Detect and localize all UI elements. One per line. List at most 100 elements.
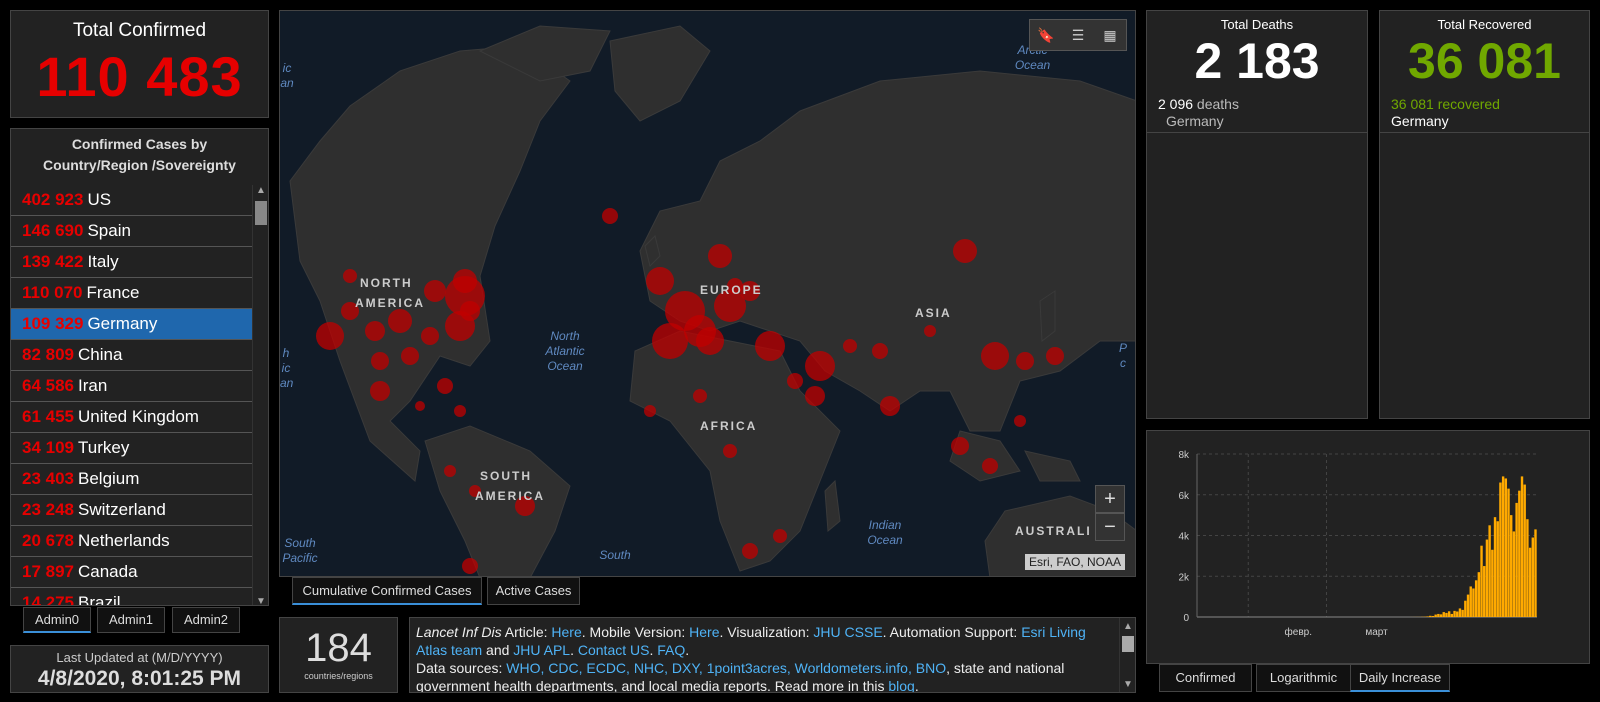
country-list-item[interactable]: 20 678 Netherlands [11,526,252,557]
last-updated-panel: Last Updated at (M/D/YYYY) 4/8/2020, 8:0… [10,645,269,693]
faq-link[interactable]: FAQ [657,642,685,658]
recovered-list-item[interactable]: 36 081 recovered Germany [1380,96,1589,130]
deaths-list-item[interactable]: 2 096 deaths Germany [1147,96,1367,130]
daily-increase-chart: 0 2k 4k 6k 8k февр. март [1146,430,1590,664]
tab-admin2[interactable]: Admin2 [172,607,240,633]
info-text: Lancet Inf Dis Article: Here. Mobile Ver… [416,624,1086,693]
y-tick-label: 6k [1178,491,1190,502]
country-list[interactable]: 402 923 US 146 690 Spain 139 422 Italy 110 070… [11,185,252,606]
jhu-apl-link[interactable]: JHU APL [513,642,570,658]
country-count: 14 275 [22,593,74,606]
label-south-pacific: South Pacific [282,536,318,565]
label-europe: EUROPE [700,283,763,297]
chart-bar [1526,519,1529,617]
tab-active-cases[interactable]: Active Cases [487,577,580,605]
tab-confirmed[interactable]: Confirmed [1159,664,1252,692]
chart-bar [1464,600,1467,617]
country-name: France [86,283,140,302]
data-sources-links[interactable]: WHO, CDC, ECDC, NHC, DXY, 1point3acres, … [506,660,946,676]
list-icon[interactable]: ☰ [1062,20,1094,50]
country-list-item[interactable]: 402 923 US [11,185,252,216]
country-list-item[interactable]: 64 586 Iran [11,371,252,402]
country-name: United Kingdom [78,407,199,426]
country-list-item[interactable]: 82 809 China [11,340,252,371]
bookmark-icon[interactable]: 🔖 [1030,20,1062,50]
chart-bar [1518,490,1521,617]
mobile-link[interactable]: Here [689,624,719,640]
country-list-item[interactable]: 146 690 Spain [11,216,252,247]
country-name: Belgium [78,469,140,488]
chart-bar [1431,615,1435,617]
chart-canvas: 0 2k 4k 6k 8k февр. март [1178,450,1537,638]
tab-admin0[interactable]: Admin0 [23,607,91,633]
country-count: 110 070 [22,283,83,302]
chart-bar [1447,611,1451,617]
country-list-item[interactable]: 23 403 Belgium [11,464,252,495]
country-count: 64 586 [22,376,74,395]
deaths-sub-word: deaths [1193,96,1239,112]
country-list-item[interactable]: 139 422 Italy [11,247,252,278]
zoom-in-button[interactable]: + [1095,485,1125,513]
journal-name: Lancet Inf Dis [416,624,502,640]
info-scroll-up-icon[interactable]: ▲ [1120,618,1135,636]
chart-bar [1501,476,1505,617]
country-name: US [87,190,112,209]
chart-bar [1520,476,1524,617]
tab-admin1[interactable]: Admin1 [97,607,165,633]
map-toolbar: 🔖 ☰ ▦ [1029,19,1127,51]
x-tick-label: февр. [1285,626,1312,638]
country-list-item[interactable]: 109 329 Germany [11,309,252,340]
label-pacific-edge-right: P c [1118,341,1127,370]
info-scroll-down-icon[interactable]: ▼ [1120,676,1135,692]
country-list-item[interactable]: 34 109 Turkey [11,433,252,464]
country-list-scrollbar[interactable]: ▲ ▼ [252,185,268,605]
info-scroll-thumb[interactable] [1122,636,1134,652]
country-list-item[interactable]: 61 455 United Kingdom [11,402,252,433]
world-map[interactable]: NORTH AMERICA EUROPE ASIA AFRICA SOUTH A… [279,10,1136,577]
country-list-item[interactable]: 23 248 Switzerland [11,495,252,526]
jhu-csse-link[interactable]: JHU CSSE [813,624,882,640]
chart-bar [1507,488,1510,617]
map-attribution[interactable]: Esri, FAO, NOAA [1024,554,1125,570]
scroll-down-icon[interactable]: ▼ [253,596,268,605]
chart-bar [1434,614,1437,617]
blog-link[interactable]: blog [888,678,914,692]
label-pacific-edge-mid: h ic an [280,346,294,390]
recovered-sub-word: recovered [1433,96,1500,112]
country-list-item[interactable]: 110 070 France [11,278,252,309]
info-scrollbar[interactable]: ▲ ▼ [1119,618,1135,692]
tab-daily-increase[interactable]: Daily Increase [1350,664,1450,692]
country-count: 34 109 [22,438,74,457]
chart-bar [1515,502,1518,617]
label-asia: ASIA [915,306,952,320]
contact-link[interactable]: Contact US [578,642,650,658]
tab-cumulative-confirmed[interactable]: Cumulative Confirmed Cases [292,577,482,605]
chart-bar [1499,482,1502,617]
country-count: 23 403 [22,469,74,488]
chart-bar [1461,609,1464,617]
chart-bar [1474,580,1478,617]
tab-logarithmic[interactable]: Logarithmic [1256,664,1351,692]
scroll-up-icon[interactable]: ▲ [253,185,268,196]
country-count: 82 809 [22,345,74,364]
zoom-out-button[interactable]: − [1095,513,1125,541]
label-america-south: AMERICA [475,489,545,503]
country-count: 139 422 [22,252,84,271]
country-count: 20 678 [22,531,74,550]
chart-bar [1488,525,1491,617]
label-north: NORTH [360,276,413,290]
chart-bar [1437,613,1440,617]
chart-bar [1483,566,1486,617]
grid-icon[interactable]: ▦ [1094,20,1126,50]
chart-bar [1445,612,1448,617]
country-name: Spain [87,221,131,240]
label-south: SOUTH [480,469,532,483]
label-indian-ocean: Indian Ocean [867,518,903,547]
article-link[interactable]: Here [551,624,581,640]
y-tick-label: 0 [1183,613,1189,624]
countries-count-panel: 184 countries/regions [279,617,398,693]
country-list-item[interactable]: 17 897 Canada [11,557,252,588]
scroll-thumb[interactable] [255,201,267,225]
country-list-item[interactable]: 14 275 Brazil [11,588,252,606]
country-count: 23 248 [22,500,74,519]
